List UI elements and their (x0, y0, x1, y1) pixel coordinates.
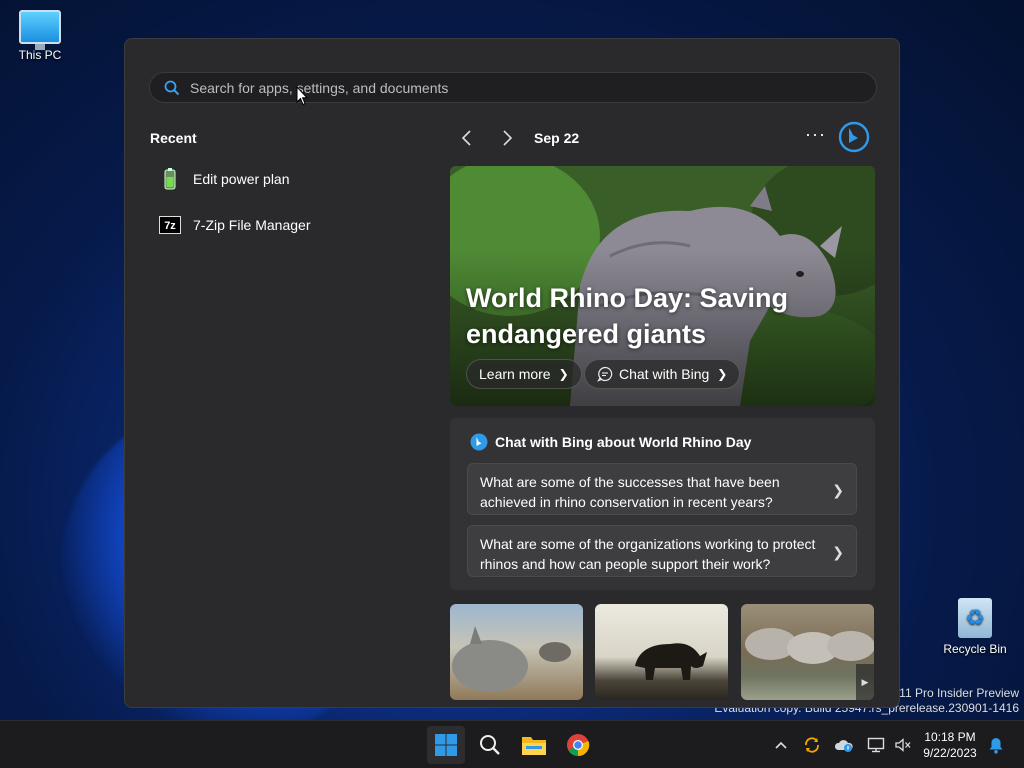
sync-icon[interactable] (802, 735, 822, 755)
onedrive-icon[interactable] (834, 735, 854, 755)
bing-chat-card: Chat with Bing about World Rhino Day Wha… (450, 418, 875, 590)
learn-more-label: Learn more (479, 366, 551, 382)
7zip-icon: 7z (159, 216, 181, 234)
rhino-silhouette-photo (635, 643, 707, 680)
highlights-date: Sep 22 (534, 130, 580, 146)
chevron-right-icon: ❯ (832, 544, 844, 560)
search-box[interactable] (149, 72, 877, 103)
rhino-thumbnail-1[interactable] (450, 604, 583, 700)
build-watermark-line1: s 11 Pro Insider Preview (889, 686, 1019, 700)
clock-date: 9/22/2023 (923, 746, 977, 760)
chat-bubble-icon (597, 366, 613, 382)
scroll-right-icon[interactable]: ▶ (856, 664, 874, 700)
next-arrow-icon[interactable] (497, 127, 517, 149)
system-clock[interactable]: 10:18 PM 9/22/2023 (918, 729, 982, 761)
chevron-right-icon: ❯ (832, 482, 844, 498)
desktop-icon-label: This PC (18, 48, 62, 62)
volume-muted-icon[interactable] (893, 735, 913, 755)
file-explorer-button[interactable] (515, 726, 553, 764)
start-icon (435, 734, 457, 756)
hero-title[interactable]: World Rhino Day: Saving endangered giant… (466, 280, 826, 352)
search-icon (164, 80, 180, 95)
search-panel: Recent Edit power plan 7z 7-Zip File Man… (124, 38, 900, 708)
chevron-right-icon: ❯ (717, 367, 728, 381)
taskbar-search-button[interactable] (471, 726, 509, 764)
mouse-cursor-icon (296, 86, 308, 106)
rhinos-drinking-photo (745, 628, 874, 664)
battery-icon (164, 168, 176, 190)
bing-question-1[interactable]: What are some of the successes that have… (467, 463, 857, 515)
recent-item-7zip-file-manager[interactable]: 7z 7-Zip File Manager (159, 210, 311, 240)
recent-heading: Recent (150, 130, 197, 146)
network-icon[interactable] (866, 735, 886, 755)
taskbar: 10:18 PM 9/22/2023 (0, 720, 1024, 768)
search-icon (480, 735, 500, 755)
rhino-thumbnail-3[interactable]: ▶ (741, 604, 874, 700)
chevron-up-icon[interactable] (771, 735, 791, 755)
bing-question-2[interactable]: What are some of the organizations worki… (467, 525, 857, 577)
bing-chat-card-title-text: Chat with Bing about World Rhino Day (495, 434, 752, 450)
recent-item-label: Edit power plan (193, 171, 290, 187)
previous-arrow-icon[interactable] (457, 127, 477, 149)
file-explorer-icon (522, 737, 546, 755)
chat-with-bing-button[interactable]: Chat with Bing ❯ (584, 359, 741, 389)
recent-item-edit-power-plan[interactable]: Edit power plan (159, 164, 290, 194)
desktop-icon-label: Recycle Bin (943, 642, 1007, 656)
learn-more-button[interactable]: Learn more ❯ (466, 359, 582, 389)
monitor-icon (19, 10, 61, 50)
more-options-button[interactable]: ··· (805, 125, 826, 143)
search-input[interactable] (190, 79, 876, 96)
rhino-thumbnail-2[interactable] (595, 604, 728, 700)
bing-logo-icon (470, 433, 488, 451)
bing-chat-card-title: Chat with Bing about World Rhino Day (470, 433, 751, 451)
desktop-icon-recycle-bin[interactable]: ♻ Recycle Bin (935, 598, 1015, 656)
recycle-bin-icon: ♻ (958, 598, 992, 638)
desktop-icon-this-pc[interactable]: This PC (0, 10, 80, 62)
chat-with-bing-label: Chat with Bing (619, 366, 710, 382)
chrome-button[interactable] (559, 726, 597, 764)
chrome-icon (567, 734, 590, 757)
notification-bell-icon[interactable] (986, 735, 1006, 755)
start-button[interactable] (427, 726, 465, 764)
hero-card[interactable]: World Rhino Day: Saving endangered giant… (450, 166, 875, 406)
question-text: What are some of the successes that have… (480, 474, 780, 510)
rhino-herd-photo (452, 626, 571, 692)
clock-time: 10:18 PM (924, 730, 976, 744)
bing-logo-icon[interactable] (838, 121, 870, 153)
question-text: What are some of the organizations worki… (480, 536, 816, 572)
recent-item-label: 7-Zip File Manager (193, 217, 311, 233)
chevron-right-icon: ❯ (558, 367, 569, 381)
